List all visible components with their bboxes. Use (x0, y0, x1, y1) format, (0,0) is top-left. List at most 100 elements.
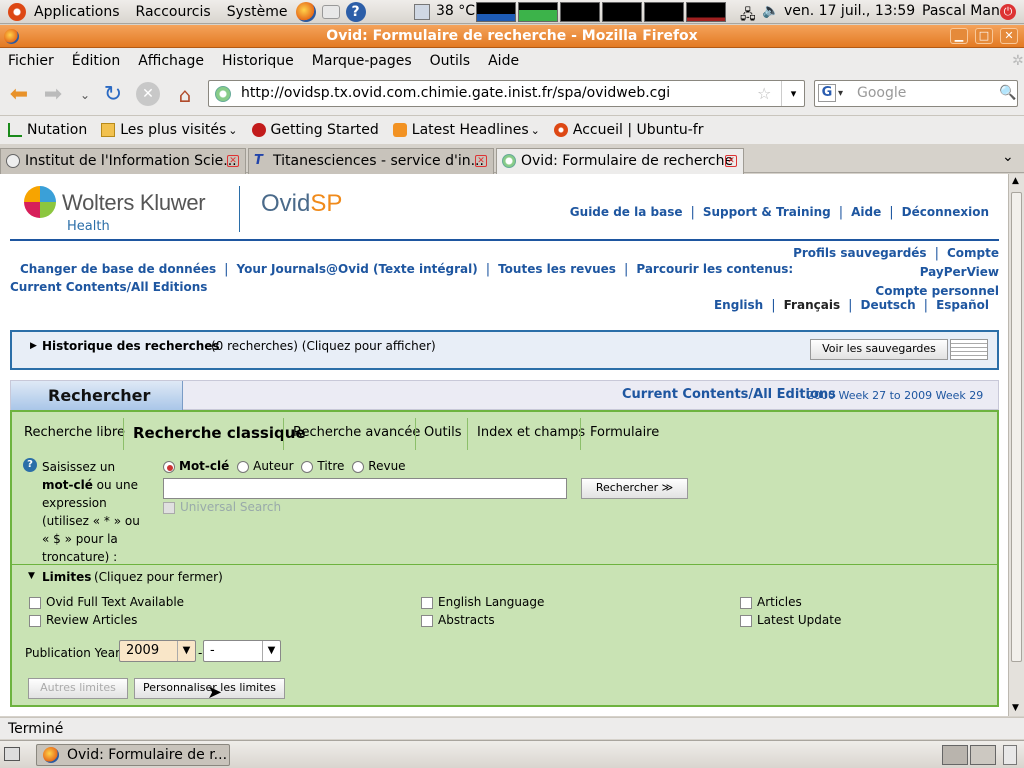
tab-titanesciences[interactable]: T Titanesciences - service d'in... ✕ (248, 148, 494, 174)
limit-articles[interactable]: Articles (740, 593, 841, 611)
panel-menu-systeme[interactable]: Système (225, 4, 290, 20)
bookmark-getting-started[interactable]: Getting Started (251, 122, 379, 138)
limit-review-articles[interactable]: Review Articles (29, 611, 184, 629)
pubyear-from-select[interactable]: 2009 ▼ (119, 640, 196, 662)
tab-institut[interactable]: Institut de l'Information Scie... ✕ (0, 148, 246, 174)
mail-launcher-icon[interactable] (321, 4, 340, 19)
close-tab-icon[interactable]: ✕ (725, 155, 737, 167)
link-current-contents[interactable]: Current Contents/All Editions (10, 280, 207, 294)
bookmark-star-icon[interactable]: ☆ (757, 81, 771, 106)
volume-icon[interactable]: 🔈 (762, 3, 779, 19)
link-your-journals[interactable]: Your Journals@Ovid (Texte intégral) (237, 262, 478, 276)
limits-detail[interactable]: (Cliquez pour fermer) (94, 570, 223, 584)
show-desktop-icon[interactable] (4, 747, 20, 761)
tab-ovid[interactable]: Ovid: Formulaire de recherche ✕ (496, 148, 744, 175)
ubuntu-logo-icon[interactable] (8, 2, 26, 21)
back-arrow-icon[interactable]: ⬅ (6, 82, 32, 108)
reload-icon[interactable]: ↻ (100, 82, 126, 108)
lang-espanol[interactable]: Español (936, 298, 989, 312)
workspace-2[interactable] (970, 745, 996, 765)
link-toutes-revues[interactable]: Toutes les revues (498, 262, 616, 276)
tab-formulaire[interactable]: Formulaire (590, 425, 659, 440)
clock[interactable]: ven. 17 juil., 13:59 (784, 3, 915, 19)
radio-revue[interactable]: Revue (352, 459, 406, 473)
lang-english[interactable]: English (714, 298, 763, 312)
help-launcher-icon[interactable]: ? (345, 1, 366, 22)
tab-list-chevron-icon[interactable]: ⌄ (1002, 149, 1014, 165)
bookmark-accueil-ubuntu[interactable]: Accueil | Ubuntu-fr (553, 122, 703, 138)
cpu-monitor-graph[interactable] (476, 2, 516, 22)
menu-affichage[interactable]: Affichage (138, 53, 204, 69)
site-identity-icon[interactable] (215, 86, 231, 102)
limits-title[interactable]: Limites (42, 570, 91, 584)
menu-historique[interactable]: Historique (222, 53, 294, 69)
link-compte-personnel[interactable]: Compte personnel (875, 284, 999, 298)
radio-auteur[interactable]: Auteur (237, 459, 294, 473)
scroll-up-icon[interactable]: ▲ (1012, 176, 1019, 186)
url-text[interactable]: http://ovidsp.tx.ovid.com.chimie.gate.in… (241, 85, 670, 101)
panel-menu-applications[interactable]: Applications (32, 4, 122, 20)
bookmark-latest-headlines[interactable]: Latest Headlines ⌄ (392, 122, 540, 138)
limit-latest-update[interactable]: Latest Update (740, 611, 841, 629)
link-changer-base[interactable]: Changer de base de données (20, 262, 216, 276)
url-dropdown-icon[interactable]: ▾ (781, 81, 805, 106)
stop-icon[interactable]: ✕ (136, 82, 160, 106)
search-history-bar[interactable]: ▶ Historique des recherches (0 recherche… (10, 330, 999, 370)
vertical-scrollbar[interactable]: ▲ ▼ (1008, 174, 1024, 716)
search-query-input[interactable] (163, 478, 567, 499)
minimize-button[interactable]: ▁ (950, 28, 968, 44)
lang-deutsch[interactable]: Deutsch (860, 298, 915, 312)
help-icon[interactable]: ? (23, 458, 37, 472)
limit-english-language[interactable]: English Language (421, 593, 544, 611)
home-icon[interactable]: ⌂ (172, 82, 198, 108)
link-payperview[interactable]: PayPerView (920, 265, 999, 279)
search-icon[interactable]: 🔍 (999, 81, 1016, 106)
google-engine-icon[interactable]: G (818, 84, 836, 102)
tab-recherche-avancee[interactable]: Recherche avancée (293, 425, 420, 440)
shutdown-icon[interactable]: ⏻ (1000, 4, 1016, 20)
weather-icon[interactable] (414, 4, 430, 20)
bookmark-les-plus-visites[interactable]: Les plus visités ⌄ (101, 122, 238, 138)
history-dropdown-icon[interactable]: ⌄ (72, 82, 98, 108)
pubyear-to-select[interactable]: - ▼ (203, 640, 281, 662)
autres-limites-button[interactable]: Autres limites (28, 678, 128, 699)
close-tab-icon[interactable]: ✕ (475, 155, 487, 167)
link-parcourir-contenus[interactable]: Parcourir les contenus: (636, 262, 793, 276)
scroll-down-icon[interactable]: ▼ (1012, 703, 1019, 713)
window-menu-icon[interactable] (4, 29, 19, 44)
search-bar[interactable]: G ▾ Google 🔍 (814, 80, 1018, 107)
link-guide-base[interactable]: Guide de la base (570, 205, 683, 219)
engine-dropdown-icon[interactable]: ▾ (838, 81, 843, 106)
radio-titre[interactable]: Titre (301, 459, 344, 473)
link-profils-sauvegardes[interactable]: Profils sauvegardés (793, 246, 927, 260)
temperature-label[interactable]: 38 °C (436, 3, 475, 19)
workspace-1[interactable] (942, 745, 968, 765)
maximize-button[interactable]: □ (975, 28, 993, 44)
memory-monitor-graph[interactable] (518, 2, 558, 22)
load-monitor-graph[interactable] (644, 2, 684, 22)
url-bar[interactable]: http://ovidsp.tx.ovid.com.chimie.gate.in… (208, 80, 805, 107)
voir-sauvegardes-button[interactable]: Voir les sauvegardes (810, 339, 948, 360)
swap-monitor-graph[interactable] (602, 2, 642, 22)
taskbar-firefox-item[interactable]: Ovid: Formulaire de r... (36, 744, 230, 766)
lines-icon[interactable] (950, 339, 988, 360)
disk-monitor-graph[interactable] (686, 2, 726, 22)
tab-recherche-classique[interactable]: Recherche classique (133, 424, 306, 442)
close-tab-icon[interactable]: ✕ (227, 155, 239, 167)
menu-marque-pages[interactable]: Marque-pages (312, 53, 412, 69)
firefox-launcher-icon[interactable] (295, 1, 316, 22)
trash-icon[interactable] (1003, 745, 1017, 765)
user-name[interactable]: Pascal Man (922, 3, 1000, 19)
forward-arrow-icon[interactable]: ➡ (40, 82, 66, 108)
close-window-button[interactable]: ✕ (1000, 28, 1018, 44)
limit-ovid-full-text[interactable]: Ovid Full Text Available (29, 593, 184, 611)
menu-fichier[interactable]: Fichier (8, 53, 54, 69)
radio-mot-cle[interactable]: Mot-clé (163, 459, 229, 473)
triangle-down-icon[interactable]: ▼ (28, 571, 35, 581)
universal-search-option[interactable]: Universal Search (163, 500, 281, 514)
window-titlebar[interactable]: Ovid: Formulaire de recherche - Mozilla … (0, 25, 1024, 48)
rechercher-button[interactable]: Rechercher ≫ (581, 478, 688, 499)
limit-abstracts[interactable]: Abstracts (421, 611, 544, 629)
link-support-training[interactable]: Support & Training (703, 205, 831, 219)
net-monitor-graph[interactable] (560, 2, 600, 22)
